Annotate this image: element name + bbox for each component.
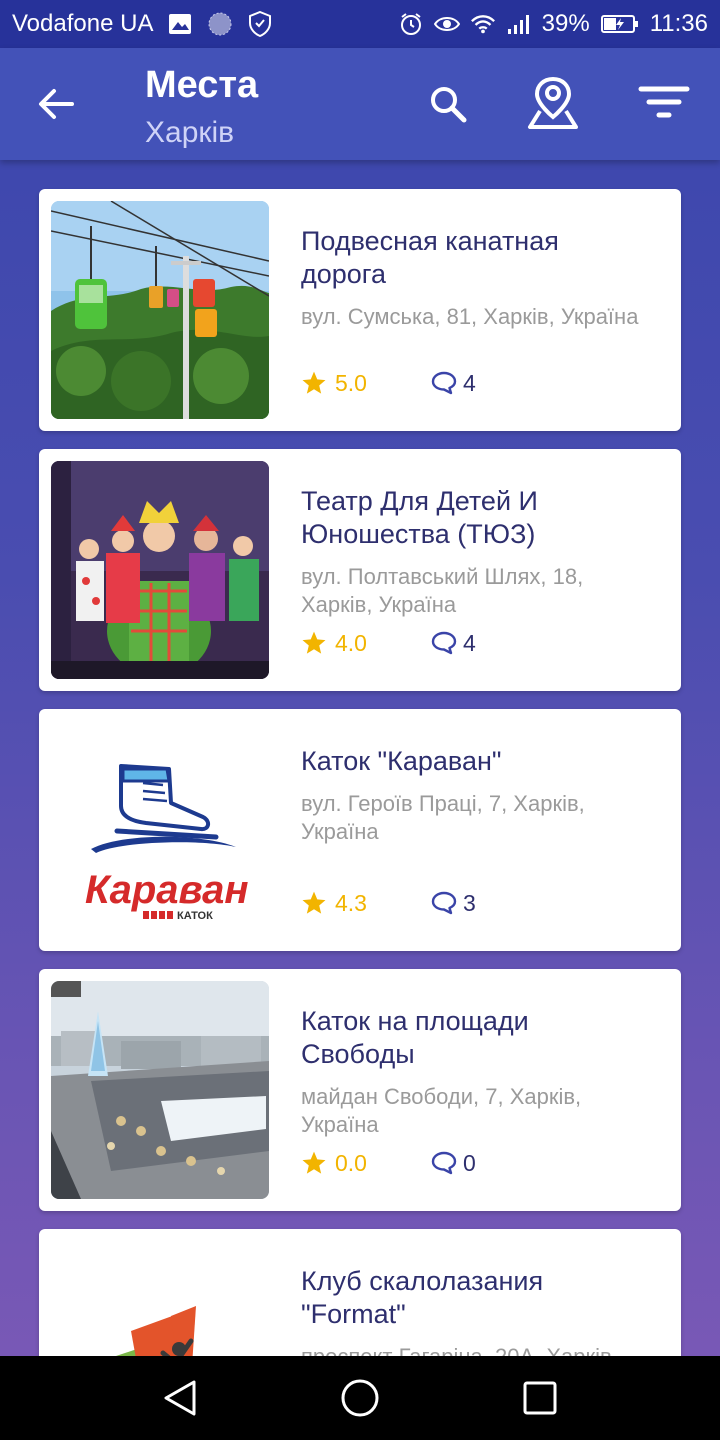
comment-icon: [431, 890, 457, 916]
place-card[interactable]: Театр Для Детей И Юношества (ТЮЗ) вул. П…: [39, 449, 681, 691]
places-list: Подвесная канатная дорога вул. Сумська, …: [0, 160, 720, 1356]
comment-icon: [431, 370, 457, 396]
page-title: Места: [145, 64, 259, 106]
climbing-logo: [51, 1241, 269, 1356]
rating-value: 4.0: [335, 629, 367, 656]
signal-icon: [506, 11, 532, 37]
carrier-label: Vodafone UA: [12, 10, 154, 37]
rating-value: 5.0: [335, 369, 367, 396]
place-address: вул. Сумська, 81, Харків, Україна: [301, 304, 639, 329]
triangle-back-icon: [164, 1380, 196, 1416]
globe-icon: [207, 11, 233, 37]
nav-back-button[interactable]: [158, 1376, 202, 1420]
circle-home-icon: [341, 1379, 379, 1417]
filter-icon: [638, 86, 690, 118]
back-button[interactable]: [30, 80, 82, 128]
comments-count: 4: [463, 369, 476, 396]
comments-count: 4: [463, 629, 476, 656]
search-icon: [431, 87, 467, 123]
place-name: Театр Для Детей И Юношества (ТЮЗ): [301, 486, 538, 549]
place-meta: 4.0 4: [301, 628, 476, 658]
place-address: вул. Героїв Праці, 7, Харків, Україна: [301, 791, 585, 844]
theatre-photo: [51, 461, 269, 679]
comments-count: 0: [463, 1149, 476, 1176]
place-meta: 5.0 4: [301, 368, 476, 398]
rating-value: 4.3: [335, 889, 367, 916]
comments-count: 3: [463, 889, 476, 916]
place-name: Клуб скалолазания "Format": [301, 1266, 544, 1329]
star-icon: [301, 630, 327, 656]
image-icon: [167, 11, 193, 37]
map-pin-icon: [528, 76, 578, 129]
star-icon: [301, 370, 327, 396]
eye-icon: [433, 11, 460, 37]
place-address: вул. Полтавський Шлях, 18, Харків, Украї…: [301, 564, 584, 617]
battery-percent: 39%: [541, 10, 590, 37]
place-card[interactable]: Подвесная канатная дорога вул. Сумська, …: [39, 189, 681, 431]
place-card[interactable]: Клуб скалолазания "Format" проспект Гага…: [39, 1229, 681, 1356]
rating-value: 0.0: [335, 1149, 367, 1176]
place-card[interactable]: Караван КАТОК Каток "Караван" вул. Герої…: [39, 709, 681, 951]
place-name: Каток на площади Свободы: [301, 1006, 529, 1069]
page-subtitle: Харків: [145, 116, 235, 149]
star-icon: [301, 1150, 327, 1176]
place-name: Подвесная канатная дорога: [301, 226, 559, 289]
place-meta: 4.3 3: [301, 888, 476, 918]
alarm-icon: [398, 11, 424, 37]
place-meta: 0.0 0: [301, 1148, 476, 1178]
clock: 11:36: [649, 10, 708, 37]
nav-recents-button[interactable]: [518, 1376, 562, 1420]
back-arrow-icon: [39, 89, 74, 119]
comment-icon: [431, 630, 457, 656]
shield-icon: [247, 11, 273, 37]
square-aerial-photo: [51, 981, 269, 1199]
wifi-icon: [470, 11, 496, 37]
status-right: 39% 11:36: [398, 10, 708, 38]
square-recents-icon: [523, 1381, 557, 1415]
cable-car-photo: [51, 201, 269, 419]
svg-text:КАТОК: КАТОК: [177, 910, 213, 922]
battery-charging-icon: [600, 11, 640, 37]
nav-home-button[interactable]: [338, 1376, 382, 1420]
karavan-logo: Караван КАТОК: [51, 721, 269, 939]
navigation-bar: [0, 1356, 720, 1440]
status-left: Vodafone UA: [12, 10, 273, 38]
star-icon: [301, 890, 327, 916]
filter-button[interactable]: [636, 76, 692, 132]
svg-text:Караван: Караван: [85, 868, 249, 912]
place-name: Каток "Караван": [301, 746, 502, 776]
screen: Vodafone UA 39% 11:36 Места Харків Подве…: [0, 0, 720, 1440]
comment-icon: [431, 1150, 457, 1176]
status-bar: Vodafone UA 39% 11:36: [0, 0, 720, 48]
search-button[interactable]: [420, 76, 476, 132]
map-button[interactable]: [523, 72, 583, 134]
place-card[interactable]: Каток на площади Свободы майдан Свободи,…: [39, 969, 681, 1211]
place-address: проспект Гагаріна, 20А, Харків: [301, 1343, 641, 1356]
app-bar: Места Харків: [0, 48, 720, 160]
place-address: майдан Свободи, 7, Харків, Україна: [301, 1084, 582, 1137]
